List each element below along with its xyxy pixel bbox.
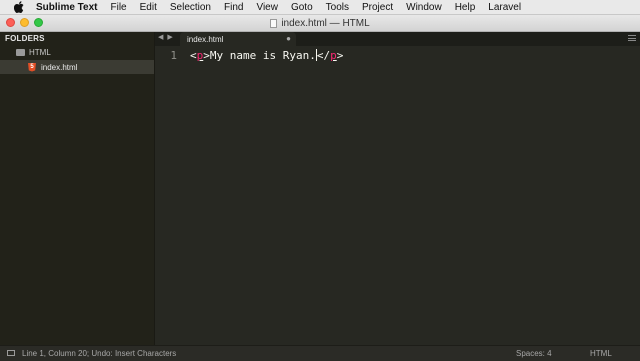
minimize-window-button[interactable]	[20, 18, 29, 27]
menu-window[interactable]: Window	[406, 2, 442, 13]
menu-find[interactable]: Find	[224, 2, 243, 13]
line-number: 1	[170, 49, 177, 62]
status-indentation[interactable]: Spaces: 4	[516, 349, 552, 358]
tab-label: index.html	[187, 34, 224, 44]
menu-selection[interactable]: Selection	[170, 2, 211, 13]
mac-menubar: Sublime Text File Edit Selection Find Vi…	[0, 0, 640, 15]
document-icon	[270, 18, 278, 28]
close-tag-name: p	[330, 49, 337, 62]
open-tag-gt: >	[203, 49, 210, 62]
close-window-button[interactable]	[6, 18, 15, 27]
menu-file[interactable]: File	[111, 2, 127, 13]
window-titlebar: index.html — HTML	[0, 15, 640, 32]
menu-tools[interactable]: Tools	[326, 2, 349, 13]
menu-project[interactable]: Project	[362, 2, 393, 13]
tab-list-menu-icon[interactable]	[628, 35, 636, 41]
folder-icon	[16, 49, 25, 56]
sidebar-folder-html[interactable]: HTML	[16, 48, 51, 57]
sidebar-file-label: index.html	[41, 62, 78, 72]
status-position: Line 1, Column 20; Undo: Insert Characte…	[22, 349, 177, 358]
menu-edit[interactable]: Edit	[140, 2, 157, 13]
menu-laravel[interactable]: Laravel	[488, 2, 521, 13]
code-editor[interactable]: 1 <p>My name is Ryan.</p>	[155, 46, 640, 345]
tab-prev-arrow-icon[interactable]: ◀	[158, 33, 163, 41]
code-line-1[interactable]: <p>My name is Ryan.</p>	[190, 49, 343, 62]
close-tag-gt: >	[336, 49, 344, 62]
sidebar: FOLDERS HTML 5 index.html	[0, 32, 155, 345]
sidebar-folder-label: HTML	[29, 48, 51, 57]
tab-nav: ◀ ▶	[158, 33, 173, 41]
close-tag-lt: </	[316, 49, 331, 62]
tab-strip: ◀ ▶ index.html ●	[155, 32, 640, 46]
window-controls	[6, 18, 43, 27]
apple-icon[interactable]	[12, 0, 26, 14]
menu-app-name[interactable]: Sublime Text	[36, 2, 98, 13]
status-syntax[interactable]: HTML	[590, 349, 612, 358]
tab-index-html[interactable]: index.html ●	[180, 32, 296, 46]
line-gutter: 1	[155, 46, 187, 345]
window-title: index.html — HTML	[281, 17, 370, 29]
menu-help[interactable]: Help	[455, 2, 476, 13]
toggle-panel-icon[interactable]	[7, 350, 15, 356]
sidebar-header: FOLDERS	[5, 34, 45, 43]
tab-close-icon[interactable]: ●	[286, 34, 291, 43]
tab-next-arrow-icon[interactable]: ▶	[167, 33, 172, 41]
open-tag-lt: <	[190, 49, 197, 62]
paragraph-text: My name is Ryan.	[209, 49, 316, 62]
zoom-window-button[interactable]	[34, 18, 43, 27]
menu-goto[interactable]: Goto	[291, 2, 313, 13]
sidebar-file-index-html[interactable]: 5 index.html	[0, 60, 154, 74]
html5-icon: 5	[28, 62, 36, 72]
status-bar: Line 1, Column 20; Undo: Insert Characte…	[0, 345, 640, 361]
menu-view[interactable]: View	[256, 2, 278, 13]
